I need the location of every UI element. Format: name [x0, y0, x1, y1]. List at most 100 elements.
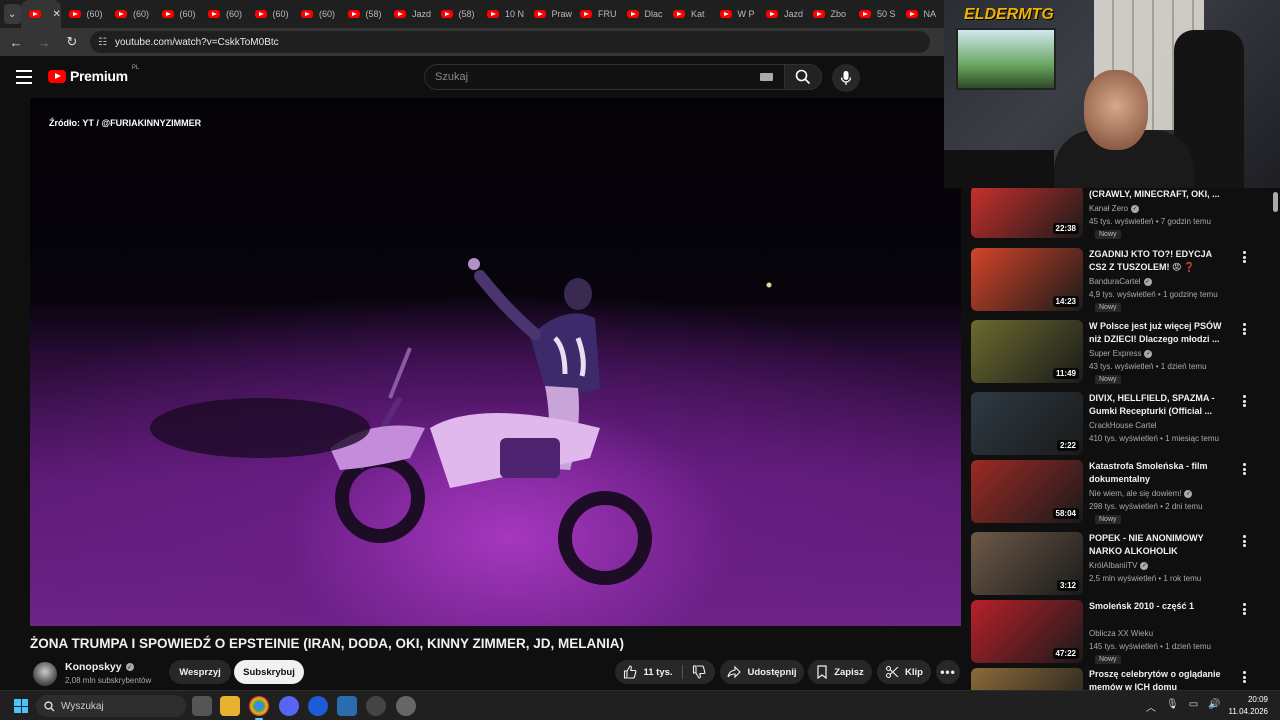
- video-title[interactable]: Smoleńsk 2010 - część 1: [1089, 600, 1229, 613]
- more-options-icon[interactable]: [1239, 534, 1249, 548]
- recommended-video[interactable]: 14:23 ZGADNIJ KTO TO?! EDYCJA CS2 Z TUSZO…: [971, 248, 1271, 312]
- youtube-logo[interactable]: Premium PL: [48, 65, 139, 84]
- browser-tab[interactable]: (60): [154, 0, 201, 28]
- channel-name[interactable]: KrólAlbaniiTV ✓: [1089, 561, 1149, 570]
- video-thumbnail[interactable]: 47:22: [971, 600, 1083, 663]
- video-title[interactable]: Katastrofa Smoleńska - film dokumentalny: [1089, 460, 1229, 486]
- taskbar-clock[interactable]: 20:09 11.04.2026: [1228, 694, 1268, 718]
- browser-tab[interactable]: (58): [433, 0, 480, 28]
- browser-tab[interactable]: (58): [340, 0, 387, 28]
- channel-name-text: Nie wiem, ale się dowiem!: [1089, 489, 1182, 498]
- start-icon[interactable]: [14, 699, 28, 713]
- more-options-icon[interactable]: [1239, 670, 1249, 684]
- video-title[interactable]: POPEK - NIE ANONIMOWY NARKO ALKOHOLIK: [1089, 532, 1229, 558]
- back-button[interactable]: ←: [4, 30, 28, 54]
- search-input[interactable]: Szukaj: [424, 64, 784, 90]
- tab-close-icon[interactable]: ✕: [53, 9, 61, 20]
- video-title[interactable]: W Polsce jest już więcej PSÓW niż DZIECI…: [1089, 320, 1229, 346]
- reload-button[interactable]: ↻: [60, 30, 84, 54]
- save-button[interactable]: Zapisz: [808, 660, 872, 684]
- microphone-tray-icon[interactable]: 🎙: [1166, 699, 1179, 714]
- more-options-icon[interactable]: [1239, 322, 1249, 336]
- task-view-icon[interactable]: [192, 696, 212, 716]
- network-icon[interactable]: ▭: [1189, 699, 1198, 714]
- video-thumbnail[interactable]: 58:04: [971, 460, 1083, 523]
- video-title[interactable]: (CRAWLY, MINECRAFT, OKI, ...: [1089, 188, 1229, 201]
- recommended-video[interactable]: 47:22 Smoleńsk 2010 - część 1 Oblicza XX W…: [971, 600, 1271, 664]
- browser-tab[interactable]: (60): [200, 0, 247, 28]
- chrome-icon[interactable]: [249, 696, 269, 720]
- browser-tab[interactable]: Jazd: [758, 0, 805, 28]
- share-button[interactable]: Udostępnij: [720, 660, 804, 684]
- browser-tab[interactable]: Jazd: [386, 0, 433, 28]
- menu-icon[interactable]: [14, 68, 34, 86]
- browser-tab[interactable]: (60): [107, 0, 154, 28]
- obs-icon[interactable]: [366, 696, 386, 716]
- clip-button[interactable]: Klip: [877, 660, 931, 684]
- browser-tab[interactable]: Praw: [526, 0, 572, 28]
- browser-tab[interactable]: W P: [712, 0, 759, 28]
- subscribe-button[interactable]: Subskrybuj: [234, 660, 304, 684]
- browser-tab[interactable]: (60): [293, 0, 340, 28]
- keyboard-icon[interactable]: [760, 73, 773, 81]
- like-button[interactable]: 11 tys.: [615, 660, 681, 684]
- channel-name[interactable]: Kanał Zero ✓: [1089, 204, 1140, 213]
- video-title[interactable]: DIVIX, HELLFIELD, SPAZMA - Gumki Receptu…: [1089, 392, 1229, 418]
- more-options-icon[interactable]: [1239, 602, 1249, 616]
- video-thumbnail[interactable]: 14:23: [971, 248, 1083, 311]
- recommended-video[interactable]: 22:38 (CRAWLY, MINECRAFT, OKI, ... Kanał Z…: [971, 188, 1271, 252]
- channel-name[interactable]: CrackHouse Cartel: [1089, 421, 1157, 430]
- taskbar-search[interactable]: Wyszukaj: [36, 695, 186, 717]
- browser-tab[interactable]: NA: [898, 0, 945, 28]
- address-bar[interactable]: ☷ youtube.com/watch?v=CskkToM0Btc: [90, 31, 930, 53]
- video-thumbnail[interactable]: 2:22: [971, 392, 1083, 455]
- channel-name[interactable]: Oblicza XX Wieku: [1089, 629, 1153, 638]
- more-options-icon[interactable]: [1239, 394, 1249, 408]
- browser-tab[interactable]: 50 S: [851, 0, 898, 28]
- app-window-icon[interactable]: [337, 696, 357, 716]
- channel-name[interactable]: Nie wiem, ale się dowiem! ✓: [1089, 489, 1193, 498]
- more-options-icon[interactable]: [1239, 250, 1249, 264]
- search-button[interactable]: [784, 64, 822, 90]
- app-circle-icon[interactable]: [396, 696, 416, 716]
- ea-app-icon[interactable]: [308, 696, 328, 716]
- video-thumbnail[interactable]: [971, 668, 1083, 690]
- channel-avatar[interactable]: [33, 662, 57, 686]
- browser-tab[interactable]: ✕: [20, 0, 61, 28]
- video-thumbnail[interactable]: 11:49: [971, 320, 1083, 383]
- channel-name[interactable]: Super Express ✓: [1089, 349, 1153, 358]
- recommended-video[interactable]: Proszę celebrytów o oglądanie memów w IC…: [971, 668, 1271, 690]
- site-info-icon[interactable]: ☷: [98, 37, 107, 48]
- recommendations-scrollbar[interactable]: [1273, 192, 1278, 212]
- recommended-video[interactable]: 11:49 W Polsce jest już więcej PSÓW niż D…: [971, 320, 1271, 384]
- recommended-video[interactable]: 3:12 POPEK - NIE ANONIMOWY NARKO ALKOHOLI…: [971, 532, 1271, 596]
- file-explorer-icon[interactable]: [220, 696, 240, 716]
- tray-overflow-icon[interactable]: ︿: [1146, 699, 1156, 714]
- browser-tab[interactable]: Zbo: [805, 0, 852, 28]
- video-thumbnail[interactable]: 22:38: [971, 188, 1083, 238]
- recommended-video[interactable]: 58:04 Katastrofa Smoleńska - film dokumen…: [971, 460, 1271, 524]
- browser-tab[interactable]: (60): [247, 0, 294, 28]
- browser-tab[interactable]: (60): [61, 0, 108, 28]
- channel-name[interactable]: Konopskyy ✓: [65, 661, 134, 673]
- more-actions-button[interactable]: •••: [936, 660, 960, 684]
- forward-button[interactable]: →: [32, 30, 56, 54]
- channel-name[interactable]: BanduraCartel ✓: [1089, 277, 1152, 286]
- dislike-button[interactable]: [683, 660, 715, 684]
- tab-search-button[interactable]: ⌄: [4, 4, 21, 24]
- discord-icon[interactable]: [279, 696, 299, 716]
- browser-tab[interactable]: FRU: [572, 0, 619, 28]
- save-label: Zapisz: [834, 666, 864, 678]
- video-thumbnail[interactable]: 3:12: [971, 532, 1083, 595]
- video-player[interactable]: Źródło: YT / @FURIAKINNYZIMMER: [30, 98, 961, 626]
- more-options-icon[interactable]: [1239, 462, 1249, 476]
- video-title[interactable]: Proszę celebrytów o oglądanie memów w IC…: [1089, 668, 1229, 690]
- browser-tab[interactable]: 10 N: [479, 0, 526, 28]
- recommended-video[interactable]: 2:22 DIVIX, HELLFIELD, SPAZMA - Gumki Rec…: [971, 392, 1271, 456]
- browser-tab[interactable]: Dlac: [619, 0, 666, 28]
- support-button[interactable]: Wesprzyj: [169, 660, 231, 684]
- video-title[interactable]: ZGADNIJ KTO TO?! EDYCJA CS2 Z TUSZOLEM! …: [1089, 248, 1229, 274]
- voice-search-button[interactable]: [832, 64, 860, 92]
- volume-icon[interactable]: 🔊: [1208, 699, 1220, 714]
- browser-tab[interactable]: Kat: [665, 0, 712, 28]
